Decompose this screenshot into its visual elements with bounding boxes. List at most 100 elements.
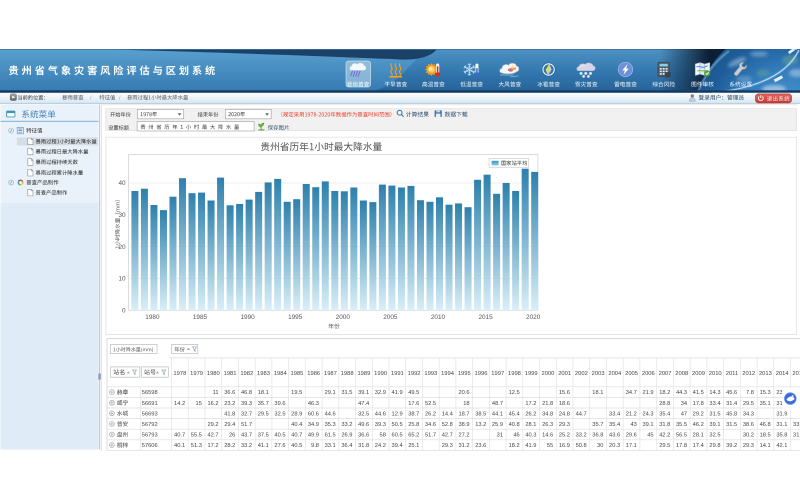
svg-text:26.2: 26.2 bbox=[425, 411, 436, 417]
svg-text:46.8: 46.8 bbox=[760, 422, 771, 428]
svg-text:2011: 2011 bbox=[726, 371, 738, 377]
svg-text:1987: 1987 bbox=[324, 371, 337, 377]
svg-text:17.4: 17.4 bbox=[693, 443, 704, 449]
svg-text:12.9: 12.9 bbox=[392, 411, 403, 417]
svg-text:52.5: 52.5 bbox=[425, 401, 436, 407]
svg-text:37.5: 37.5 bbox=[258, 433, 269, 439]
svg-text:33.4: 33.4 bbox=[609, 411, 620, 417]
svg-text:52.8: 52.8 bbox=[442, 422, 453, 428]
svg-text:31.8: 31.8 bbox=[659, 422, 670, 428]
svg-text:44.3: 44.3 bbox=[676, 390, 687, 396]
svg-text:35.7: 35.7 bbox=[592, 422, 603, 428]
svg-text:57606: 57606 bbox=[142, 443, 158, 449]
svg-text:55: 55 bbox=[547, 443, 553, 449]
svg-text:1990: 1990 bbox=[240, 314, 255, 321]
svg-text:29.5: 29.5 bbox=[743, 401, 754, 407]
svg-text:44.1: 44.1 bbox=[492, 411, 503, 417]
svg-text:56693: 56693 bbox=[142, 411, 158, 417]
svg-text:31.5: 31.5 bbox=[709, 411, 720, 417]
svg-text:25.9: 25.9 bbox=[492, 422, 503, 428]
svg-text:31.2: 31.2 bbox=[793, 433, 800, 439]
svg-text:31.5: 31.5 bbox=[341, 390, 352, 396]
svg-text:18.1: 18.1 bbox=[258, 390, 269, 396]
svg-text:1992: 1992 bbox=[408, 371, 421, 377]
svg-text:21.9: 21.9 bbox=[642, 390, 653, 396]
svg-text:35.5: 35.5 bbox=[676, 422, 687, 428]
svg-text:24.3: 24.3 bbox=[642, 411, 653, 417]
svg-text:44.6: 44.6 bbox=[325, 411, 336, 417]
svg-text:39.3: 39.3 bbox=[241, 401, 252, 407]
svg-text:2010: 2010 bbox=[709, 371, 722, 377]
svg-text:2005: 2005 bbox=[625, 371, 638, 377]
svg-text:47: 47 bbox=[681, 411, 687, 417]
svg-text:38.6: 38.6 bbox=[743, 422, 754, 428]
svg-text:15: 15 bbox=[196, 401, 202, 407]
svg-text:27.6: 27.6 bbox=[274, 443, 285, 449]
svg-text:40.3: 40.3 bbox=[525, 433, 536, 439]
svg-text:51.7: 51.7 bbox=[425, 433, 436, 439]
svg-text:38.7: 38.7 bbox=[408, 411, 419, 417]
svg-text:38.9: 38.9 bbox=[458, 422, 469, 428]
svg-text:35.7: 35.7 bbox=[258, 401, 269, 407]
svg-text:1994: 1994 bbox=[441, 371, 455, 377]
svg-text:1985: 1985 bbox=[291, 371, 304, 377]
svg-text:14.2: 14.2 bbox=[174, 401, 185, 407]
svg-text:2014: 2014 bbox=[776, 371, 790, 377]
svg-text:56.5: 56.5 bbox=[676, 433, 687, 439]
svg-text:29.3: 29.3 bbox=[442, 443, 453, 449]
svg-text:46: 46 bbox=[513, 433, 519, 439]
svg-text:32.9: 32.9 bbox=[375, 390, 386, 396]
svg-text:39.1: 39.1 bbox=[358, 390, 369, 396]
svg-text:29.5: 29.5 bbox=[659, 443, 670, 449]
svg-text:29.1: 29.1 bbox=[325, 390, 336, 396]
svg-text:42.7: 42.7 bbox=[208, 433, 219, 439]
svg-text:21.8: 21.8 bbox=[542, 401, 553, 407]
svg-text:45.4: 45.4 bbox=[509, 411, 520, 417]
svg-text:40.7: 40.7 bbox=[291, 433, 302, 439]
svg-text:2015: 2015 bbox=[792, 371, 800, 377]
svg-text:20.6: 20.6 bbox=[458, 390, 469, 396]
svg-text:40.1: 40.1 bbox=[174, 443, 185, 449]
svg-text:28.8: 28.8 bbox=[659, 401, 670, 407]
svg-text:32.7: 32.7 bbox=[241, 411, 252, 417]
svg-text:35.1: 35.1 bbox=[760, 401, 771, 407]
svg-text:10: 10 bbox=[118, 276, 126, 283]
svg-text:42.2: 42.2 bbox=[659, 433, 670, 439]
svg-text:55.5: 55.5 bbox=[191, 433, 202, 439]
svg-text:34.7: 34.7 bbox=[626, 390, 637, 396]
svg-text:50.8: 50.8 bbox=[576, 443, 587, 449]
svg-text:33.2: 33.2 bbox=[341, 422, 352, 428]
svg-text:34.6: 34.6 bbox=[425, 422, 436, 428]
svg-text:18.1: 18.1 bbox=[592, 390, 603, 396]
svg-text:1982: 1982 bbox=[240, 371, 253, 377]
svg-text:20.3: 20.3 bbox=[609, 443, 620, 449]
svg-text:29.2: 29.2 bbox=[693, 411, 704, 417]
svg-text:49.5: 49.5 bbox=[408, 390, 419, 396]
svg-text:14.1: 14.1 bbox=[760, 443, 771, 449]
svg-text:17.8: 17.8 bbox=[676, 443, 687, 449]
svg-text:1997: 1997 bbox=[491, 371, 504, 377]
svg-text:31.5: 31.5 bbox=[726, 422, 737, 428]
svg-text:35.4: 35.4 bbox=[609, 422, 620, 428]
svg-text:30: 30 bbox=[597, 443, 603, 449]
svg-text:39.1: 39.1 bbox=[642, 422, 653, 428]
svg-text:48.7: 48.7 bbox=[492, 401, 503, 407]
svg-text:1979: 1979 bbox=[190, 371, 203, 377]
svg-text:1988: 1988 bbox=[341, 371, 354, 377]
svg-text:0: 0 bbox=[122, 308, 126, 315]
svg-text:28.9: 28.9 bbox=[291, 411, 302, 417]
svg-text:2001: 2001 bbox=[558, 371, 571, 377]
svg-text:18.6: 18.6 bbox=[559, 401, 570, 407]
svg-text:46.3: 46.3 bbox=[308, 401, 319, 407]
svg-text:21.2: 21.2 bbox=[626, 411, 637, 417]
svg-text:17.1: 17.1 bbox=[626, 443, 637, 449]
svg-text:31.9: 31.9 bbox=[776, 411, 787, 417]
svg-text:36.8: 36.8 bbox=[592, 433, 603, 439]
svg-text:40.4: 40.4 bbox=[291, 422, 302, 428]
svg-text:18.2: 18.2 bbox=[509, 443, 520, 449]
svg-text:40.5: 40.5 bbox=[274, 433, 285, 439]
svg-text:29.4: 29.4 bbox=[224, 422, 235, 428]
svg-text:1984: 1984 bbox=[274, 371, 288, 377]
svg-text:15.6: 15.6 bbox=[559, 390, 570, 396]
svg-text:49.6: 49.6 bbox=[358, 422, 369, 428]
